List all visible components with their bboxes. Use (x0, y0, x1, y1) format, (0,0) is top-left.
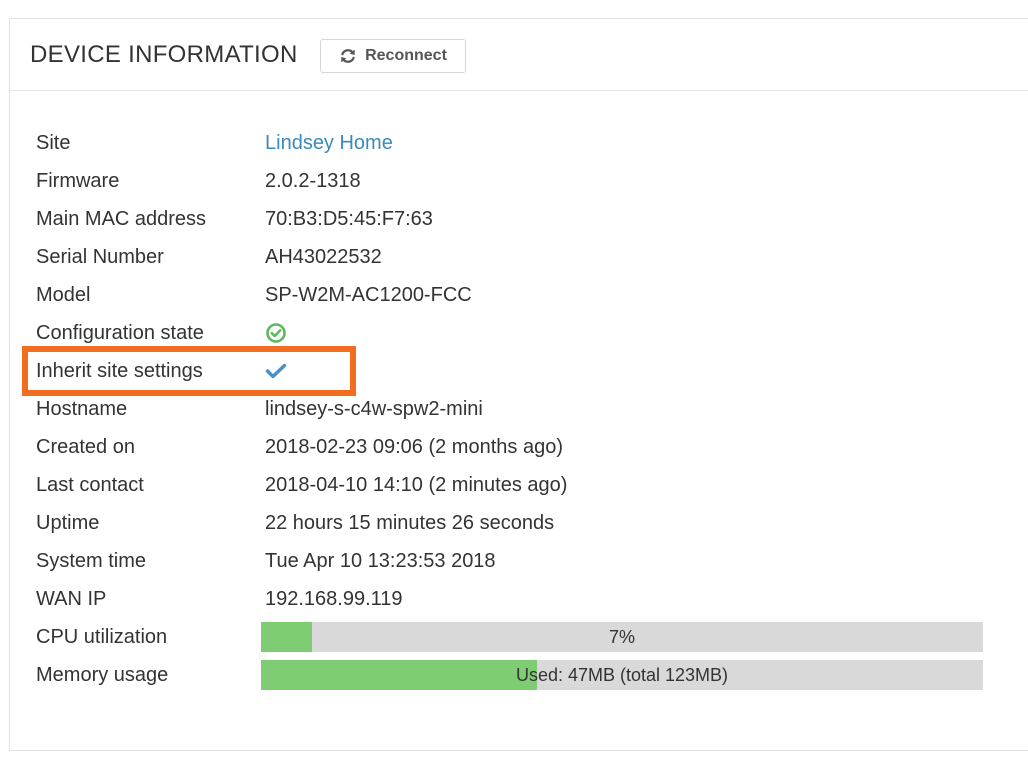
row-memory-usage: Memory usage Used: 47MB (total 123MB) (10, 656, 1028, 694)
row-last-contact: Last contact 2018-04-10 14:10 (2 minutes… (10, 466, 1028, 504)
check-circle-icon (265, 322, 287, 349)
panel-title: DEVICE INFORMATION (30, 41, 298, 68)
row-uptime: Uptime 22 hours 15 minutes 26 seconds (10, 504, 1028, 542)
firmware-value: 2.0.2-1318 (265, 170, 361, 192)
row-label: Main MAC address (36, 208, 207, 230)
row-serial-number: Serial Number AH43022532 (10, 238, 1028, 276)
row-inherit-site-settings: Inherit site settings (10, 352, 1028, 390)
cpu-utilization-text: 7% (608, 627, 635, 647)
hostname-value: lindsey-s-c4w-spw2-mini (265, 398, 483, 420)
row-hostname: Hostname lindsey-s-c4w-spw2-mini (10, 390, 1028, 428)
last-contact-value: 2018-04-10 14:10 (2 minutes ago) (265, 474, 568, 496)
row-wan-ip: WAN IP 192.168.99.119 (10, 580, 1028, 618)
row-site: Site Lindsey Home (10, 124, 1028, 162)
created-on-value: 2018-02-23 09:06 (2 months ago) (265, 436, 563, 458)
model-value: SP-W2M-AC1200-FCC (265, 284, 472, 306)
row-mac-address: Main MAC address 70:B3:D5:45:F7:63 (10, 200, 1028, 238)
panel-header: DEVICE INFORMATION Reconnect (10, 19, 1028, 91)
uptime-value: 22 hours 15 minutes 26 seconds (265, 512, 555, 534)
reconnect-label: Reconnect (365, 47, 447, 64)
system-time-value: Tue Apr 10 13:23:53 2018 (265, 550, 496, 572)
site-link[interactable]: Lindsey Home (265, 124, 393, 162)
memory-usage-bar: Used: 47MB (total 123MB) (261, 660, 983, 690)
row-label: Inherit site settings (36, 360, 203, 382)
row-label: Memory usage (36, 664, 169, 686)
reconnect-button[interactable]: Reconnect (320, 39, 466, 73)
row-cpu-utilization: CPU utilization 7% (10, 618, 1028, 656)
row-label: Site (36, 132, 71, 154)
serial-number-value: AH43022532 (265, 246, 382, 268)
refresh-icon (339, 47, 357, 65)
row-label: Last contact (36, 474, 144, 496)
checkmark-icon (265, 362, 287, 385)
row-label: Configuration state (36, 322, 204, 344)
row-label: Hostname (36, 398, 128, 420)
row-label: Uptime (36, 512, 100, 534)
row-configuration-state: Configuration state (10, 314, 1028, 352)
row-firmware: Firmware 2.0.2-1318 (10, 162, 1028, 200)
cpu-utilization-bar: 7% (261, 622, 983, 652)
row-label: Model (36, 284, 91, 306)
row-created-on: Created on 2018-02-23 09:06 (2 months ag… (10, 428, 1028, 466)
row-model: Model SP-W2M-AC1200-FCC (10, 276, 1028, 314)
row-label: WAN IP (36, 588, 107, 610)
device-information-panel: DEVICE INFORMATION Reconnect Site Lindse… (9, 18, 1028, 751)
row-label: Serial Number (36, 246, 164, 268)
wan-ip-value: 192.168.99.119 (265, 588, 403, 610)
row-label: Created on (36, 436, 135, 458)
row-system-time: System time Tue Apr 10 13:23:53 2018 (10, 542, 1028, 580)
row-label: System time (36, 550, 147, 572)
row-label: CPU utilization (36, 626, 168, 648)
row-label: Firmware (36, 170, 120, 192)
mac-address-value: 70:B3:D5:45:F7:63 (265, 208, 433, 230)
memory-usage-text: Used: 47MB (total 123MB) (515, 665, 729, 685)
